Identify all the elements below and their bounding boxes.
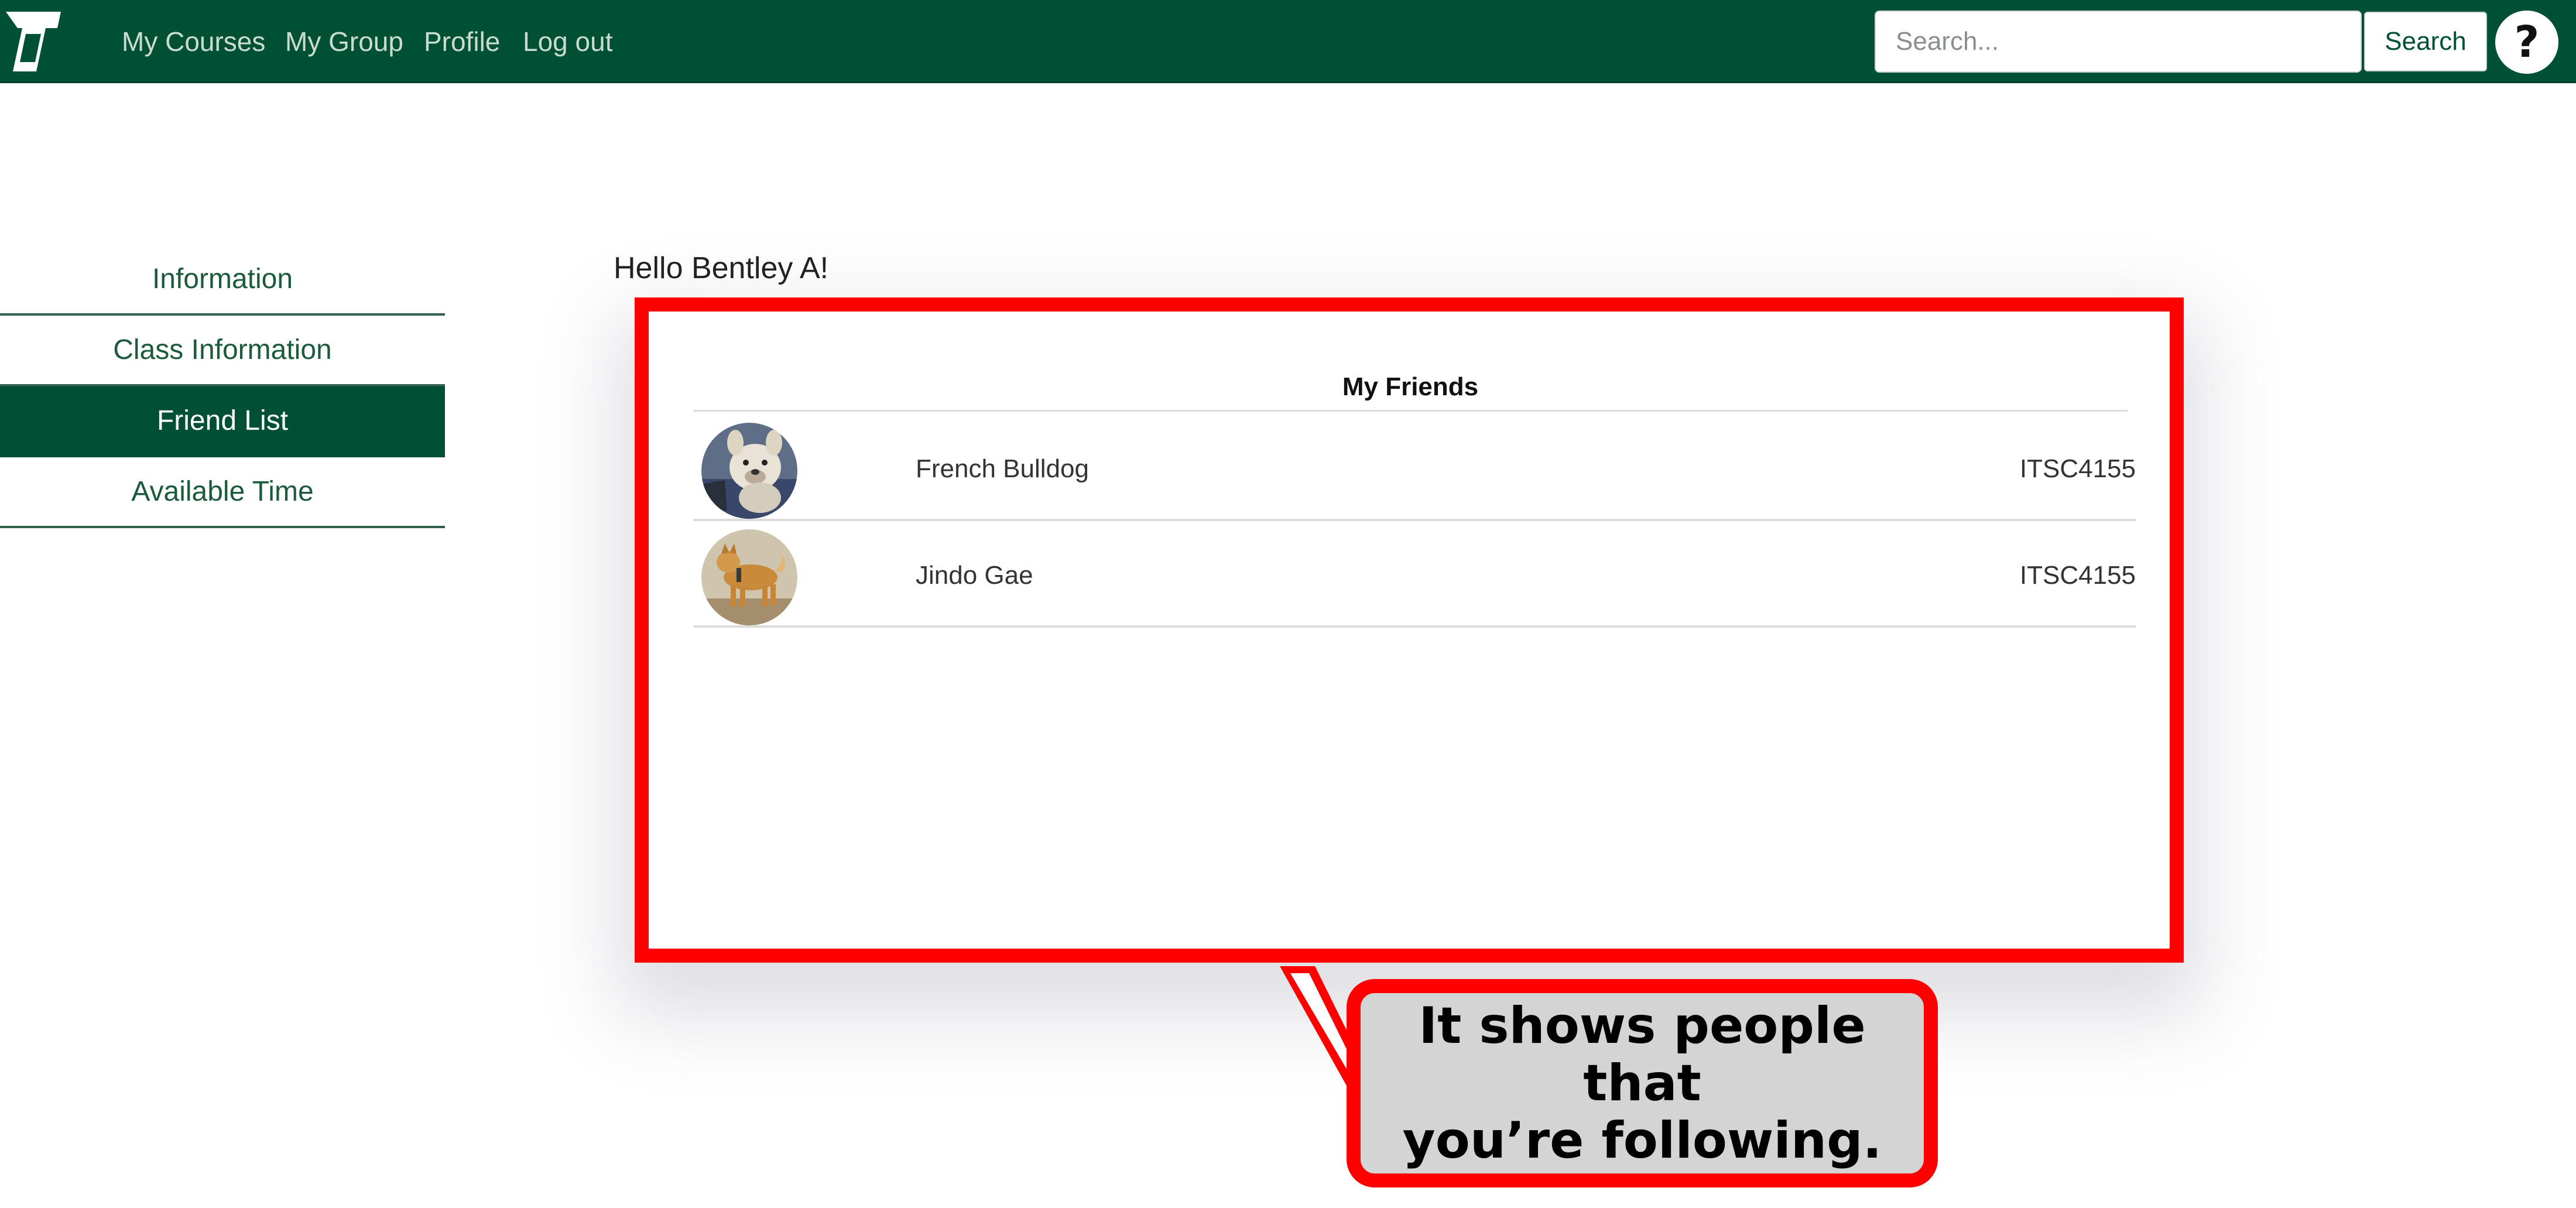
annotation-callout: It shows people that you’re following. (1347, 979, 1938, 1188)
annotation-text: It shows people that you’re following. (1402, 997, 1882, 1170)
callout-tail-shape (1280, 966, 1370, 1096)
